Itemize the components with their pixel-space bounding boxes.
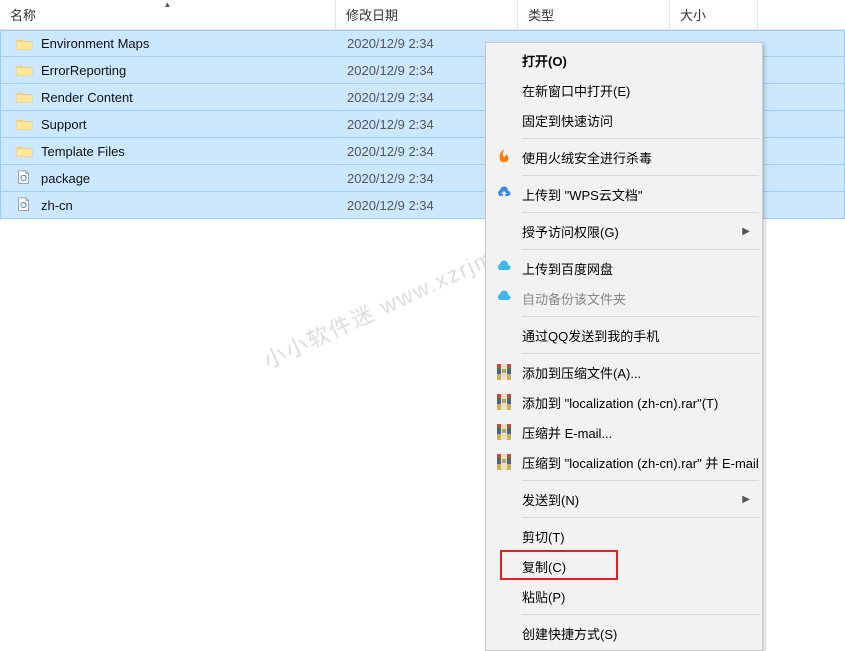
rar-icon — [494, 362, 514, 382]
context-menu: 打开(O) 在新窗口中打开(E) 固定到快速访问 使用火绒安全进行杀毒 上传到 … — [485, 42, 763, 651]
file-name-cell: package — [1, 169, 337, 187]
menu-separator — [522, 480, 759, 481]
menu-open-new-window[interactable]: 在新窗口中打开(E) — [488, 75, 760, 105]
menu-compress-email-local[interactable]: 压缩到 "localization (zh-cn).rar" 并 E-mail — [488, 447, 760, 477]
column-header-row: 名称 ▲ 修改日期 类型 大小 — [0, 0, 845, 30]
column-header-name[interactable]: 名称 ▲ — [0, 0, 336, 29]
column-header-type[interactable]: 类型 — [518, 0, 670, 29]
rar-icon — [494, 422, 514, 442]
menu-separator — [522, 316, 759, 317]
menu-auto-backup: 自动备份该文件夹 — [488, 283, 760, 313]
header-label-name: 名称 — [10, 5, 36, 24]
folder-icon — [15, 35, 33, 53]
chevron-right-icon: ▶ — [742, 494, 750, 505]
folder-icon — [15, 61, 33, 79]
menu-cut[interactable]: 剪切(T) — [488, 521, 760, 551]
menu-huorong-scan[interactable]: 使用火绒安全进行杀毒 — [488, 142, 760, 172]
cloud-baidu-icon — [494, 258, 514, 278]
file-name-text: Template Files — [41, 144, 125, 159]
chevron-right-icon: ▶ — [742, 226, 750, 237]
menu-paste[interactable]: 粘贴(P) — [488, 581, 760, 611]
column-header-size[interactable]: 大小 — [670, 0, 758, 29]
file-icon — [15, 169, 33, 187]
menu-separator — [522, 212, 759, 213]
file-name-text: Environment Maps — [41, 36, 149, 51]
menu-separator — [522, 175, 759, 176]
menu-upload-baidu[interactable]: 上传到百度网盘 — [488, 253, 760, 283]
header-label-type: 类型 — [528, 5, 554, 24]
header-label-size: 大小 — [680, 5, 706, 24]
menu-copy[interactable]: 复制(C) — [488, 551, 760, 581]
menu-create-shortcut[interactable]: 创建快捷方式(S) — [488, 618, 760, 648]
rar-icon — [494, 452, 514, 472]
file-name-cell: ErrorReporting — [1, 61, 337, 79]
folder-icon — [15, 115, 33, 133]
column-header-date[interactable]: 修改日期 — [336, 0, 518, 29]
menu-send-to[interactable]: 发送到(N) ▶ — [488, 484, 760, 514]
file-name-text: ErrorReporting — [41, 63, 126, 78]
file-name-text: zh-cn — [41, 198, 73, 213]
menu-compress-email[interactable]: 压缩并 E-mail... — [488, 417, 760, 447]
menu-separator — [522, 614, 759, 615]
file-name-cell: zh-cn — [1, 196, 337, 214]
menu-send-qq[interactable]: 通过QQ发送到我的手机 — [488, 320, 760, 350]
sort-ascending-icon: ▲ — [164, 0, 172, 9]
menu-pin-quick-access[interactable]: 固定到快速访问 — [488, 105, 760, 135]
huorong-icon — [494, 147, 514, 167]
cloud-upload-icon — [494, 184, 514, 204]
cloud-baidu-icon — [494, 288, 514, 308]
header-label-date: 修改日期 — [346, 5, 398, 24]
rar-icon — [494, 392, 514, 412]
menu-separator — [522, 517, 759, 518]
menu-grant-access[interactable]: 授予访问权限(G) ▶ — [488, 216, 760, 246]
menu-separator — [522, 353, 759, 354]
menu-open[interactable]: 打开(O) — [488, 45, 760, 75]
file-name-cell: Support — [1, 115, 337, 133]
file-name-text: Support — [41, 117, 87, 132]
folder-icon — [15, 88, 33, 106]
file-icon — [15, 196, 33, 214]
file-name-text: Render Content — [41, 90, 133, 105]
menu-upload-wps[interactable]: 上传到 "WPS云文档" — [488, 179, 760, 209]
menu-separator — [522, 249, 759, 250]
folder-icon — [15, 142, 33, 160]
menu-add-archive[interactable]: 添加到压缩文件(A)... — [488, 357, 760, 387]
menu-separator — [522, 138, 759, 139]
file-name-cell: Render Content — [1, 88, 337, 106]
file-name-cell: Template Files — [1, 142, 337, 160]
file-name-text: package — [41, 171, 90, 186]
menu-add-archive-local[interactable]: 添加到 "localization (zh-cn).rar"(T) — [488, 387, 760, 417]
file-name-cell: Environment Maps — [1, 35, 337, 53]
